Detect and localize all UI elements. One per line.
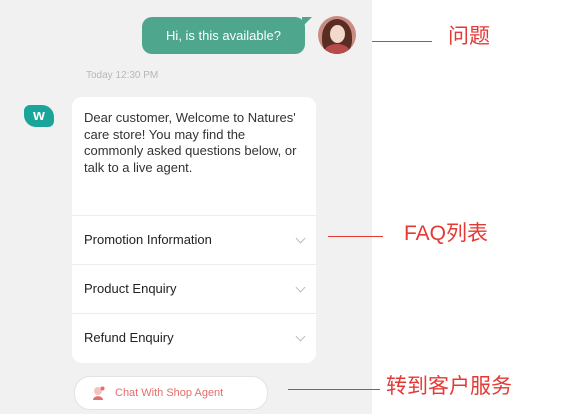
user-message-bubble: Hi, is this available?: [142, 17, 312, 54]
chevron-down-icon: [295, 282, 306, 293]
annotation-question: 问题: [448, 25, 490, 48]
chevron-down-icon: [295, 233, 306, 244]
user-message-text: Hi, is this available?: [166, 28, 281, 43]
callout-line-faq: [328, 236, 383, 237]
callout-line-question: [372, 41, 432, 42]
message-timestamp: Today 12:30 PM: [86, 70, 159, 81]
annotation-transfer: 转到客户服务: [386, 375, 512, 398]
callout-line-transfer: [288, 389, 380, 390]
brand-logo-icon: w: [24, 105, 54, 127]
chat-panel: Hi, is this available? Today 12:30 PM w …: [0, 0, 372, 414]
agent-button-label: Chat With Shop Agent: [115, 387, 224, 399]
faq-item-refund[interactable]: Refund Enquiry: [72, 313, 316, 362]
user-avatar: [318, 16, 356, 54]
faq-item-promotion[interactable]: Promotion Information: [72, 215, 316, 264]
chat-with-agent-button[interactable]: Chat With Shop Agent: [74, 376, 268, 410]
faq-item-product[interactable]: Product Enquiry: [72, 264, 316, 313]
chat-agent-icon: [93, 386, 105, 400]
faq-item-label: Product Enquiry: [84, 281, 177, 296]
bot-greeting-text: Dear customer, Welcome to Natures' care …: [84, 110, 297, 175]
bot-message-card: Dear customer, Welcome to Natures' care …: [72, 97, 316, 363]
annotation-faq-list: FAQ列表: [404, 222, 489, 245]
faq-item-label: Promotion Information: [84, 232, 212, 247]
faq-item-label: Refund Enquiry: [84, 330, 174, 345]
chevron-down-icon: [295, 331, 306, 342]
